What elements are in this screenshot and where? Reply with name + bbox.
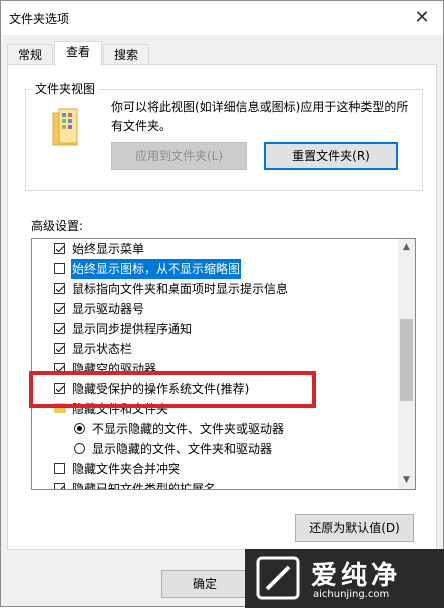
apply-to-folders-button[interactable]: 应用到文件夹(L): [111, 142, 247, 170]
scroll-down-arrow-icon[interactable]: ▼: [398, 472, 415, 489]
checkbox[interactable]: [54, 263, 65, 274]
scrollbar-thumb[interactable]: [400, 319, 413, 401]
reset-folders-button[interactable]: 重置文件夹(R): [264, 142, 398, 170]
close-button[interactable]: ✕: [407, 3, 437, 31]
folder-views-description: 你可以将此视图(如详细信息或图标)应用于这种类型的所有文件夹。: [111, 100, 409, 133]
checkbox[interactable]: [54, 383, 65, 394]
folder-view-icon: [52, 108, 78, 146]
checkbox[interactable]: [54, 363, 65, 374]
checkbox[interactable]: [54, 323, 65, 334]
folder-options-dialog: 文件夹选项 ✕ 常规 查看 搜索 文件夹视图 你可以将此视图(如详细信息或图标)…: [0, 0, 444, 608]
watermark-text: 爱纯净: [311, 561, 402, 591]
advanced-settings-label: 高级设置:: [31, 219, 84, 233]
window-title: 文件夹选项: [9, 12, 70, 26]
checkbox[interactable]: [54, 283, 65, 294]
close-icon: ✕: [414, 6, 430, 28]
tab-general[interactable]: 常规: [7, 44, 53, 65]
checkbox[interactable]: [54, 463, 65, 474]
restore-defaults-button[interactable]: 还原为默认值(D): [295, 514, 414, 542]
watermark: 爱纯净 aichunjing.com: [245, 549, 444, 608]
folder-icon: [54, 403, 66, 413]
checkbox[interactable]: [54, 343, 65, 354]
watermark-logo-icon: [256, 556, 300, 600]
radio-button[interactable]: [74, 443, 85, 454]
watermark-url: aichunjing.com: [313, 589, 390, 600]
tab-search[interactable]: 搜索: [103, 44, 149, 65]
scroll-up-arrow-icon[interactable]: ▲: [398, 239, 415, 256]
radio-button[interactable]: [74, 423, 85, 434]
ok-button[interactable]: 确定: [161, 570, 249, 598]
tab-view[interactable]: 查看: [54, 41, 102, 66]
title-bar: 文件夹选项 ✕: [1, 1, 443, 35]
vertical-scrollbar[interactable]: ▲ ▼: [398, 239, 415, 489]
checkbox[interactable]: [54, 303, 65, 314]
checkbox[interactable]: [54, 483, 65, 489]
advanced-settings-list[interactable]: 始终显示菜单 始终显示图标，从不显示缩略图 鼠标指向文件夹和桌面项时显示提示信息…: [31, 238, 416, 490]
checkbox[interactable]: [54, 243, 65, 254]
folder-views-label: 文件夹视图: [31, 80, 100, 97]
